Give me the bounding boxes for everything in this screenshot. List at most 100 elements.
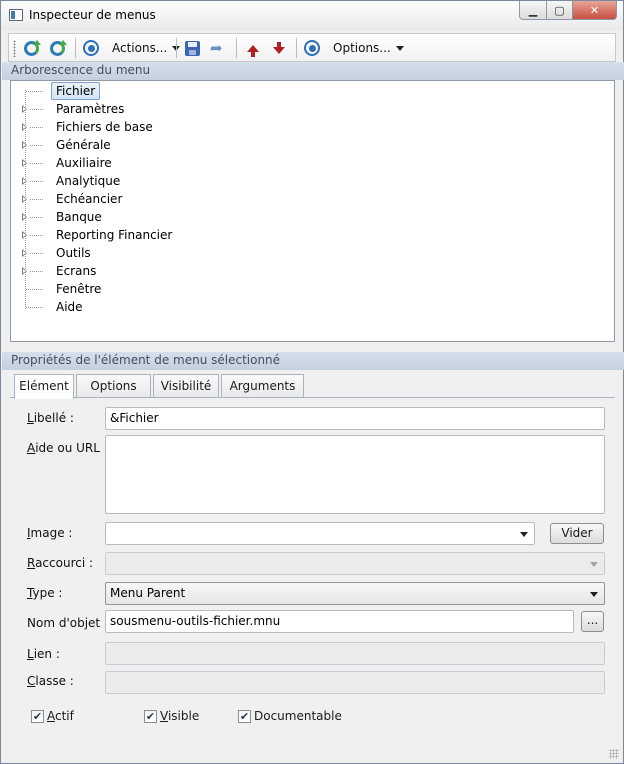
tree-connector <box>30 181 44 182</box>
visible-label: Visible <box>160 709 200 723</box>
actions-menu-button[interactable]: Actions... <box>83 38 181 58</box>
tree-item-aide[interactable]: Aide <box>11 298 614 316</box>
tree-item-outils[interactable]: Outils <box>11 244 614 262</box>
properties-section-header: Propriétés de l'élément de menu sélectio… <box>2 352 624 370</box>
maximize-button[interactable]: ▢ <box>547 1 573 20</box>
expand-arrow-icon[interactable] <box>22 267 27 275</box>
expand-arrow-icon[interactable] <box>22 249 27 257</box>
type-value: Menu Parent <box>110 586 186 600</box>
toolbar-grip-icon[interactable] <box>13 40 16 57</box>
tree-item-label: Fenêtre <box>56 282 102 296</box>
tree-item-analytique[interactable]: Analytique <box>11 172 614 190</box>
refresh-icon <box>24 39 41 56</box>
expand-arrow-icon[interactable] <box>22 177 27 185</box>
expand-arrow-icon[interactable] <box>22 159 27 167</box>
expand-arrow-icon[interactable] <box>22 231 27 239</box>
expand-arrow-icon[interactable] <box>22 123 27 131</box>
move-up-button[interactable] <box>247 38 259 58</box>
checkbox-checked-icon[interactable]: ✔ <box>144 709 157 723</box>
minimize-button[interactable]: ▁ <box>519 1 547 20</box>
tab-element[interactable]: Elément <box>14 374 74 399</box>
tree-item-label: Outils <box>56 246 91 260</box>
save-button[interactable] <box>185 38 200 58</box>
options-menu-button[interactable]: Options... <box>304 38 404 58</box>
expand-arrow-icon[interactable] <box>22 195 27 203</box>
move-down-button[interactable] <box>273 38 285 58</box>
raccourci-combobox[interactable] <box>105 552 605 575</box>
documentable-checkbox[interactable]: ✔ Documentable <box>238 709 342 723</box>
redo-button[interactable]: ➦ <box>210 38 223 58</box>
libelle-input[interactable]: &Fichier <box>105 407 605 430</box>
tree-connector <box>30 271 44 272</box>
actif-checkbox[interactable]: ✔ Actif <box>31 709 74 723</box>
tree-item-label: Paramètres <box>56 102 125 116</box>
type-select[interactable]: Menu Parent <box>105 582 605 605</box>
tree-item-fenetre[interactable]: Fenêtre <box>11 280 614 298</box>
save-icon <box>185 40 200 56</box>
actions-label: Actions... <box>112 41 168 55</box>
tree-item-label: Banque <box>56 210 102 224</box>
tree-item-parametres[interactable]: Paramètres <box>11 100 614 118</box>
libelle-label: Libellé : <box>27 411 74 425</box>
toolbar-separator <box>296 38 297 58</box>
toolbar-separator <box>236 38 237 58</box>
tree-item-label: Fichiers de base <box>56 120 153 134</box>
lien-label: Lien : <box>27 647 60 661</box>
window-title: Inspecteur de menus <box>29 8 156 22</box>
chevron-down-icon[interactable] <box>590 592 598 597</box>
checkbox-checked-icon[interactable]: ✔ <box>31 709 44 723</box>
tree-item-reporting-financier[interactable]: Reporting Financier <box>11 226 614 244</box>
expand-arrow-icon[interactable] <box>22 105 27 113</box>
nom-objet-label: Nom d'objet : <box>27 616 108 630</box>
tree-item-label: Echéancier <box>56 192 123 206</box>
tree-connector <box>26 289 44 290</box>
chevron-down-icon <box>395 45 404 51</box>
tree-connector <box>30 145 44 146</box>
checkbox-checked-icon[interactable]: ✔ <box>238 709 251 723</box>
resize-grip-icon[interactable] <box>609 749 619 759</box>
image-combobox[interactable] <box>105 522 535 545</box>
reload-button[interactable] <box>50 38 67 58</box>
toolbar-separator <box>176 38 177 58</box>
browse-button[interactable]: ... <box>581 611 604 632</box>
tree-item-label: Analytique <box>56 174 121 188</box>
menu-tree[interactable]: Fichier Paramètres Fichiers de base Géné… <box>10 80 615 342</box>
vider-button[interactable]: Vider <box>550 523 604 544</box>
tab-visibilite[interactable]: Visibilité <box>153 374 219 398</box>
target-icon <box>304 40 320 56</box>
arrow-up-icon <box>247 44 259 57</box>
expand-arrow-icon[interactable] <box>22 213 27 221</box>
target-icon <box>83 40 99 56</box>
tree-item-banque[interactable]: Banque <box>11 208 614 226</box>
classe-input[interactable] <box>105 671 605 694</box>
tree-connector <box>30 127 44 128</box>
refresh-button[interactable] <box>24 38 41 58</box>
title-bar[interactable]: Inspecteur de menus ▁ ▢ ✕ <box>1 1 623 31</box>
chevron-down-icon <box>590 562 598 567</box>
type-label: Type : <box>27 586 63 600</box>
tab-arguments[interactable]: Arguments <box>221 374 304 398</box>
tree-item-label: Aide <box>56 300 83 314</box>
tree-item-label: Auxiliaire <box>56 156 112 170</box>
lien-input[interactable] <box>105 642 605 665</box>
tree-connector <box>30 235 44 236</box>
documentable-label: Documentable <box>254 709 342 723</box>
tree-item-generale[interactable]: Générale <box>11 136 614 154</box>
nom-objet-input[interactable]: sousmenu-outils-fichier.mnu <box>105 610 574 633</box>
tree-item-fichier[interactable]: Fichier <box>11 82 614 100</box>
tree-connector <box>30 199 44 200</box>
toolbar: Actions... ➦ Options... <box>8 33 616 62</box>
close-button[interactable]: ✕ <box>573 1 617 20</box>
tab-options[interactable]: Options <box>76 374 151 398</box>
tree-item-ecrans[interactable]: Ecrans <box>11 262 614 280</box>
visible-checkbox[interactable]: ✔ Visible <box>144 709 199 723</box>
chevron-down-icon[interactable] <box>520 532 528 537</box>
expand-arrow-icon[interactable] <box>22 141 27 149</box>
tree-item-echeancier[interactable]: Echéancier <box>11 190 614 208</box>
window-controls: ▁ ▢ ✕ <box>519 1 617 21</box>
tree-item-fichiers-de-base[interactable]: Fichiers de base <box>11 118 614 136</box>
arrow-down-icon <box>273 42 285 54</box>
actif-label: Actif <box>47 709 74 723</box>
tree-item-auxiliaire[interactable]: Auxiliaire <box>11 154 614 172</box>
aide-url-textarea[interactable] <box>105 435 605 514</box>
